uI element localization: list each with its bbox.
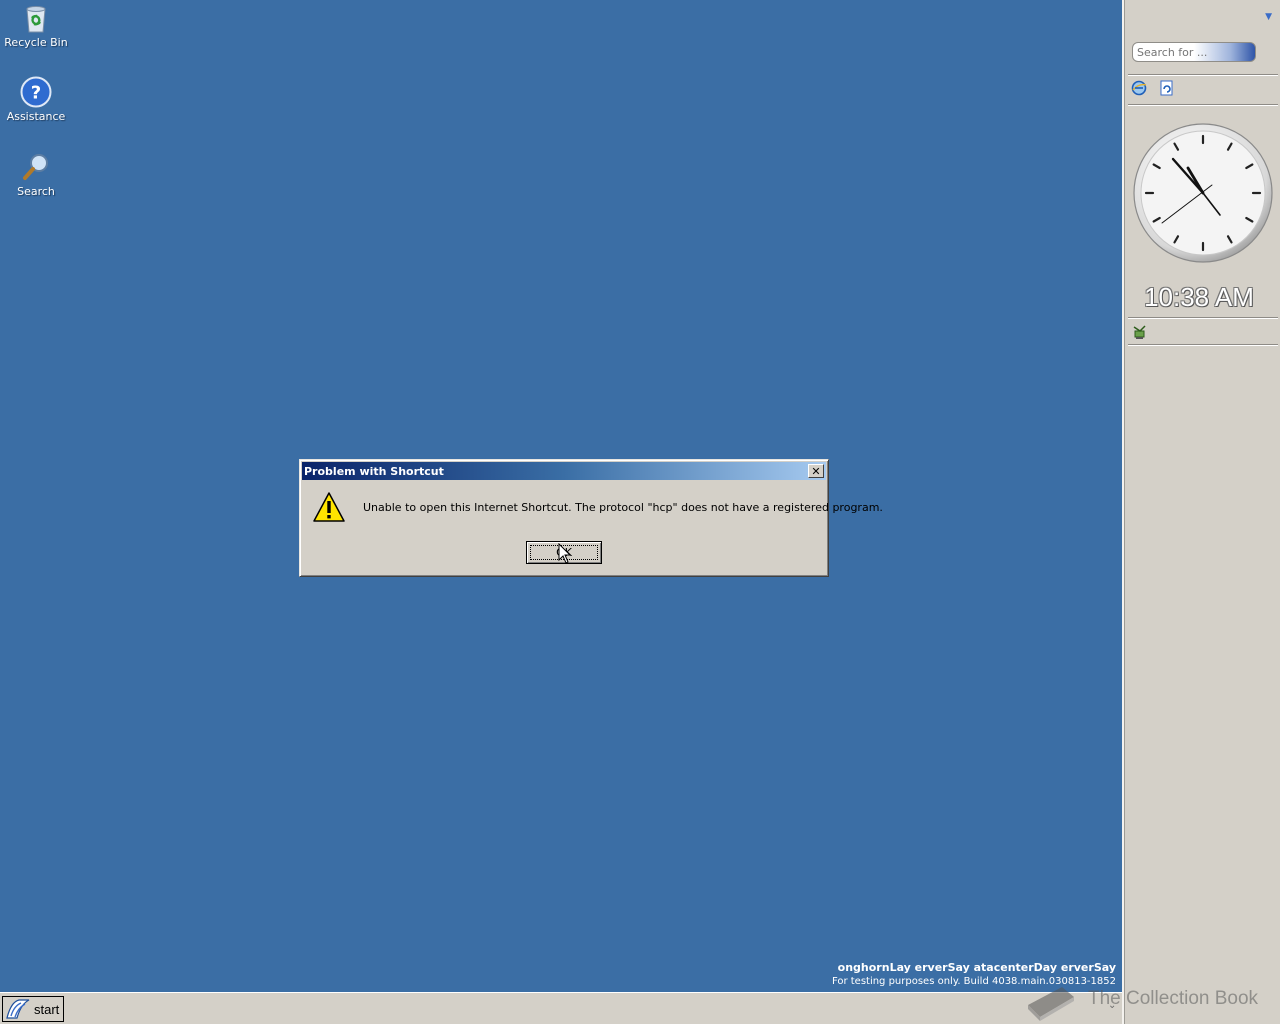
- desktop-icon-label: Assistance: [6, 110, 66, 123]
- dialog-titlebar[interactable]: Problem with Shortcut ✕: [302, 462, 826, 480]
- overlay-logo: The Collection Book: [1022, 975, 1258, 1023]
- refresh-page-icon[interactable]: [1158, 79, 1176, 97]
- svg-text:?: ?: [31, 83, 41, 104]
- close-icon: ✕: [811, 464, 821, 478]
- mouse-cursor-icon: [558, 543, 572, 564]
- desktop-icon-assistance[interactable]: ? Assistance: [2, 76, 70, 123]
- sidebar-divider: [1128, 344, 1278, 346]
- warning-icon: [313, 492, 345, 522]
- build-watermark-title: onghornLay erverSay atacenterDay erverSa…: [837, 961, 1116, 974]
- sidebar-divider: [1128, 104, 1278, 106]
- chevron-down-icon[interactable]: ⌄: [1108, 1000, 1116, 1011]
- desktop-icon-label: Search: [17, 185, 55, 198]
- start-button[interactable]: start: [2, 996, 64, 1022]
- help-icon: ?: [20, 76, 52, 108]
- start-label: start: [34, 1001, 60, 1017]
- magnifier-icon: [23, 154, 48, 180]
- analog-clock: [1133, 123, 1273, 263]
- taskbar: start: [0, 992, 1122, 1024]
- dialog-title: Problem with Shortcut: [304, 464, 444, 478]
- recycle-bin-icon: [26, 6, 46, 33]
- desktop-icon-search[interactable]: Search: [2, 151, 70, 198]
- windows-flag-icon: [6, 999, 30, 1019]
- network-status-icon[interactable]: [1131, 323, 1149, 341]
- sidebar-divider: [1128, 317, 1278, 319]
- chevron-down-icon[interactable]: ▼: [1265, 12, 1272, 22]
- sidebar-search-input[interactable]: [1132, 42, 1256, 62]
- desktop-icon-recycle-bin[interactable]: Recycle Bin: [2, 2, 70, 49]
- desktop-icon-label: Recycle Bin: [4, 36, 68, 49]
- close-button[interactable]: ✕: [808, 464, 824, 478]
- sidebar-divider: [1128, 74, 1278, 76]
- book-icon: [1028, 987, 1074, 1021]
- clock-time: 10:38 AM: [1144, 282, 1254, 312]
- dialog-message: Unable to open this Internet Shortcut. T…: [363, 501, 883, 514]
- sidebar: ▼ 10:38 AM: [1122, 0, 1280, 1024]
- internet-explorer-icon[interactable]: [1130, 79, 1148, 97]
